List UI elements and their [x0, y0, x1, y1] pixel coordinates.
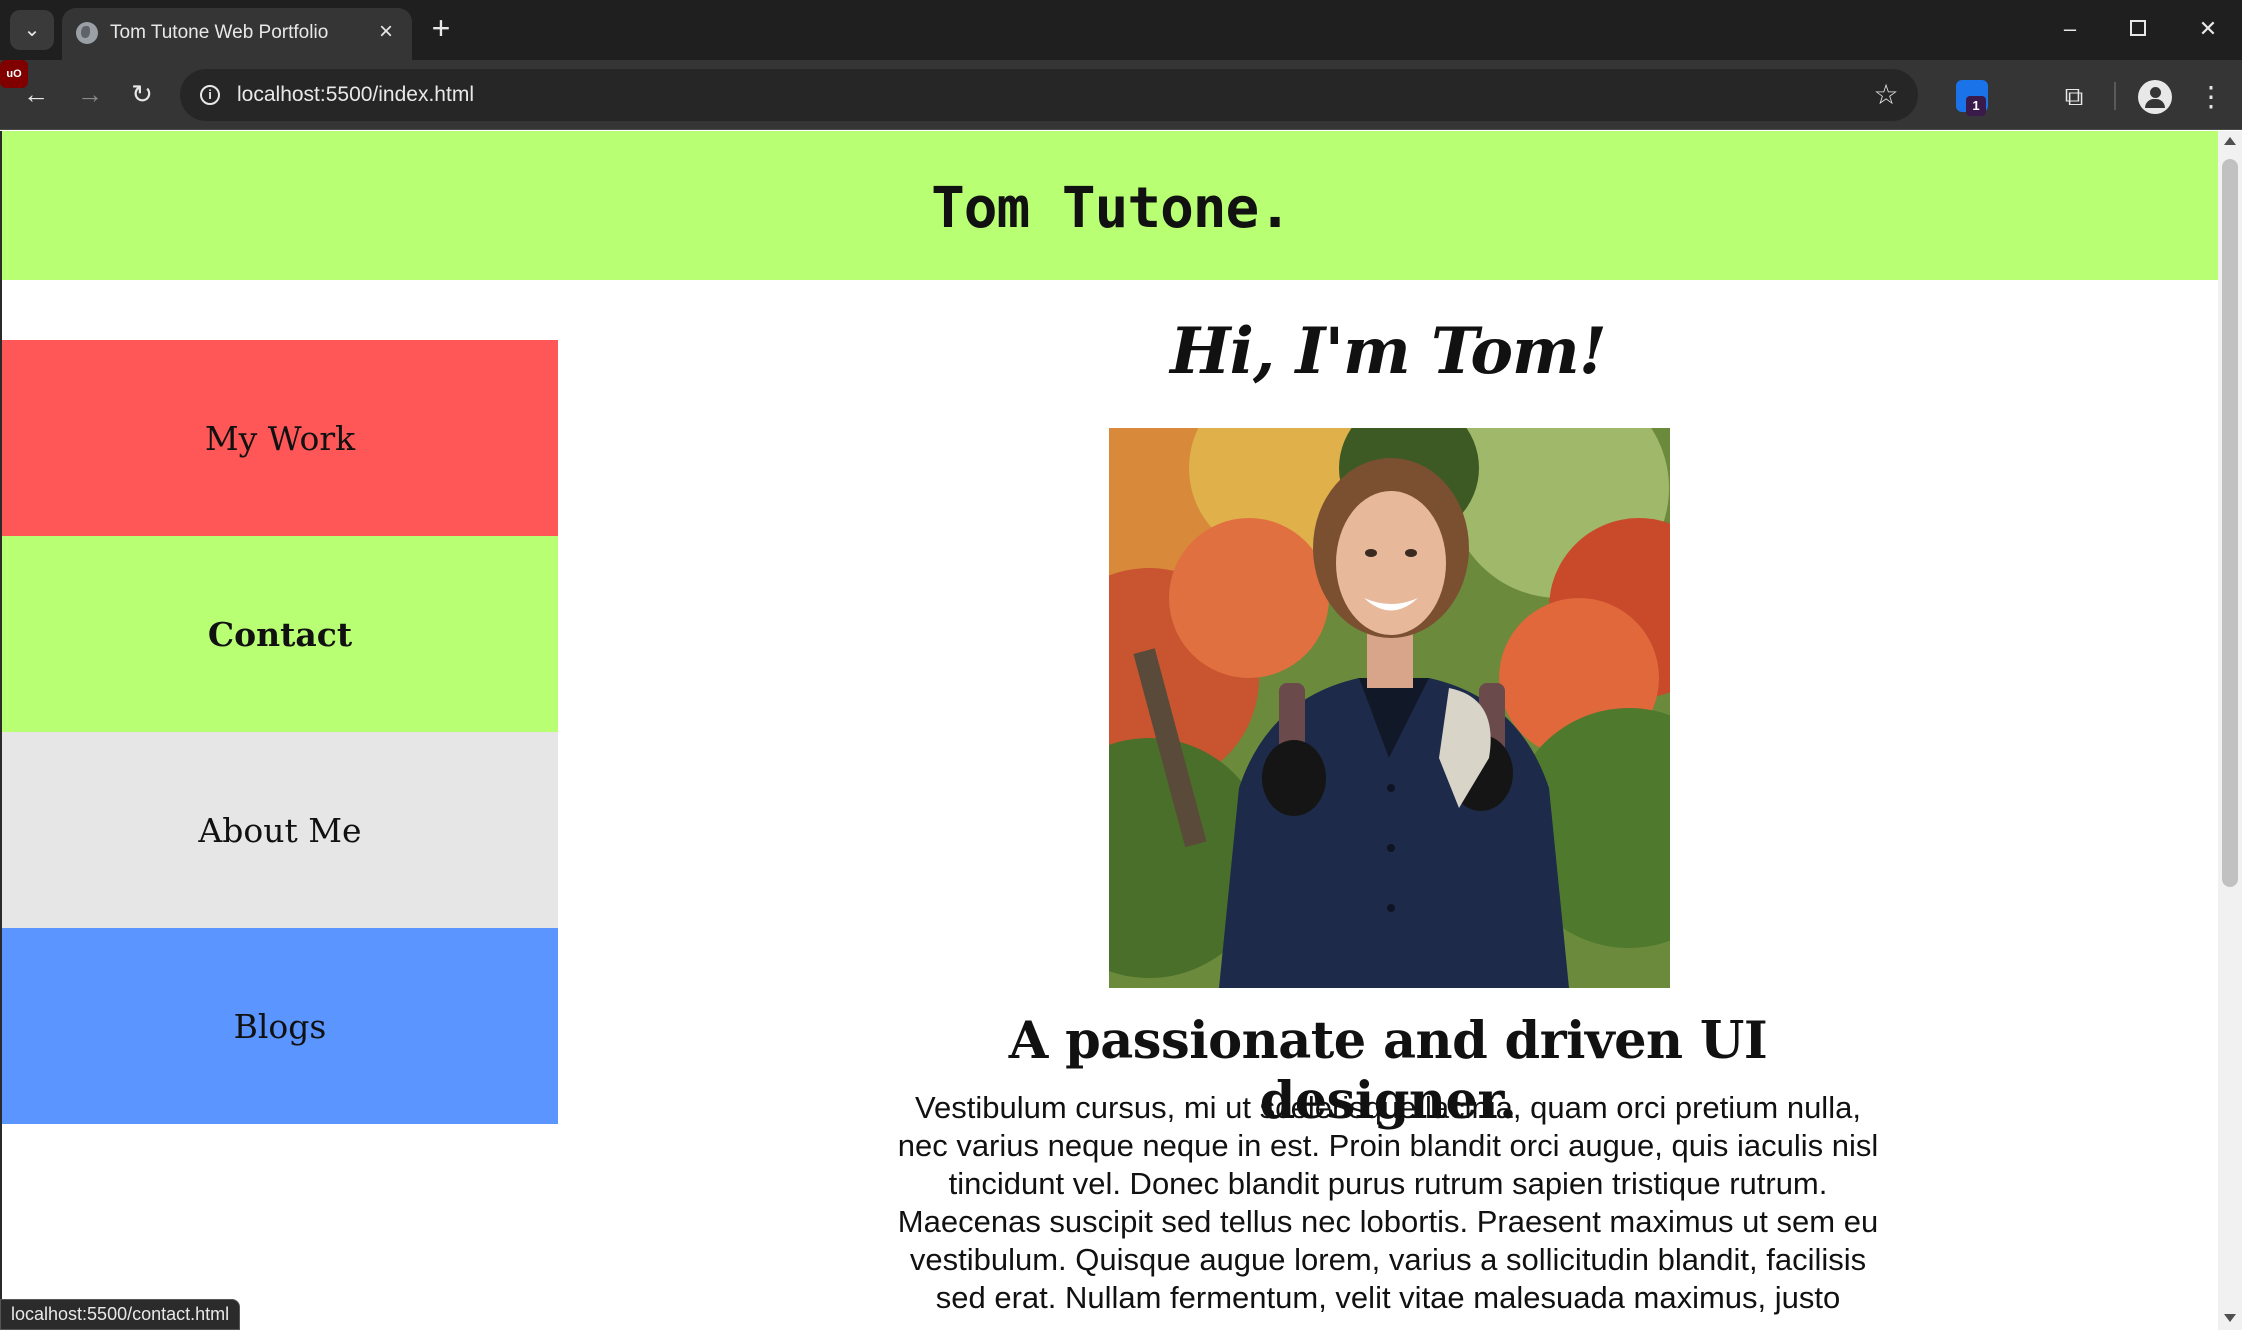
side-navigation: My Work Contact About Me Blogs: [2, 340, 558, 1124]
extension-badge: 1: [1966, 96, 1986, 116]
chevron-down-icon: ⌄: [23, 19, 41, 41]
tab-strip: ⌄ Tom Tutone Web Portfolio × + – ✕: [0, 0, 2242, 60]
scroll-down-arrow-icon[interactable]: [2224, 1314, 2236, 1322]
scrollbar-thumb[interactable]: [2222, 159, 2238, 887]
back-button[interactable]: ←: [16, 74, 56, 114]
plus-icon: +: [431, 10, 451, 46]
arrow-right-icon: →: [77, 79, 103, 109]
portrait-photo: [1109, 428, 1670, 988]
main-content: Hi, I'm Tom! A passionate and driven UI …: [878, 131, 1898, 1315]
page-viewport: Tom Tutone. My Work Contact About Me Blo…: [0, 131, 2242, 1330]
tab-title: Tom Tutone Web Portfolio: [110, 22, 329, 43]
extensions-puzzle-icon[interactable]: ⧉: [2056, 80, 2092, 112]
nav-item-about-me[interactable]: About Me: [2, 732, 558, 928]
minimize-button[interactable]: –: [2036, 0, 2104, 58]
page-scrollbar[interactable]: [2218, 131, 2242, 1330]
bookmark-star-icon[interactable]: ☆: [1868, 77, 1904, 113]
nav-item-contact[interactable]: Contact: [2, 536, 558, 732]
url-text[interactable]: localhost:5500/index.html: [237, 83, 474, 107]
close-icon[interactable]: ×: [372, 18, 400, 46]
tab-search-button[interactable]: ⌄: [10, 10, 54, 50]
hero-heading: Hi, I'm Tom!: [1170, 314, 1607, 389]
reload-icon: ↻: [131, 79, 153, 109]
scroll-up-arrow-icon[interactable]: [2224, 137, 2236, 145]
close-icon: ✕: [2198, 16, 2218, 41]
forward-button[interactable]: →: [70, 74, 110, 114]
restore-icon: [2130, 20, 2146, 37]
active-tab[interactable]: Tom Tutone Web Portfolio ×: [62, 8, 412, 60]
address-bar[interactable]: i localhost:5500/index.html ☆: [180, 69, 1918, 121]
reload-button[interactable]: ↻: [122, 74, 162, 114]
site-info-button[interactable]: i: [192, 77, 228, 113]
more-menu-icon[interactable]: ⋮: [2196, 80, 2226, 114]
restore-button[interactable]: [2104, 0, 2172, 58]
browser-toolbar: ← → ↻ i localhost:5500/index.html ☆ 1 uO…: [0, 60, 2242, 130]
link-status-bubble: localhost:5500/contact.html: [0, 1299, 241, 1330]
window-close-button[interactable]: ✕: [2174, 0, 2242, 58]
nav-item-my-work[interactable]: My Work: [2, 340, 558, 536]
nav-item-blogs[interactable]: Blogs: [2, 928, 558, 1124]
minimize-icon: –: [2063, 16, 2077, 41]
profile-avatar-icon[interactable]: [2138, 80, 2172, 114]
info-icon: i: [200, 85, 220, 105]
intro-paragraph: Vestibulum cursus, mi ut scelerisque lac…: [897, 1090, 1879, 1315]
globe-icon: [76, 22, 98, 44]
toolbar-divider: [2114, 82, 2116, 110]
new-tab-button[interactable]: +: [424, 12, 458, 46]
arrow-left-icon: ←: [23, 79, 49, 109]
